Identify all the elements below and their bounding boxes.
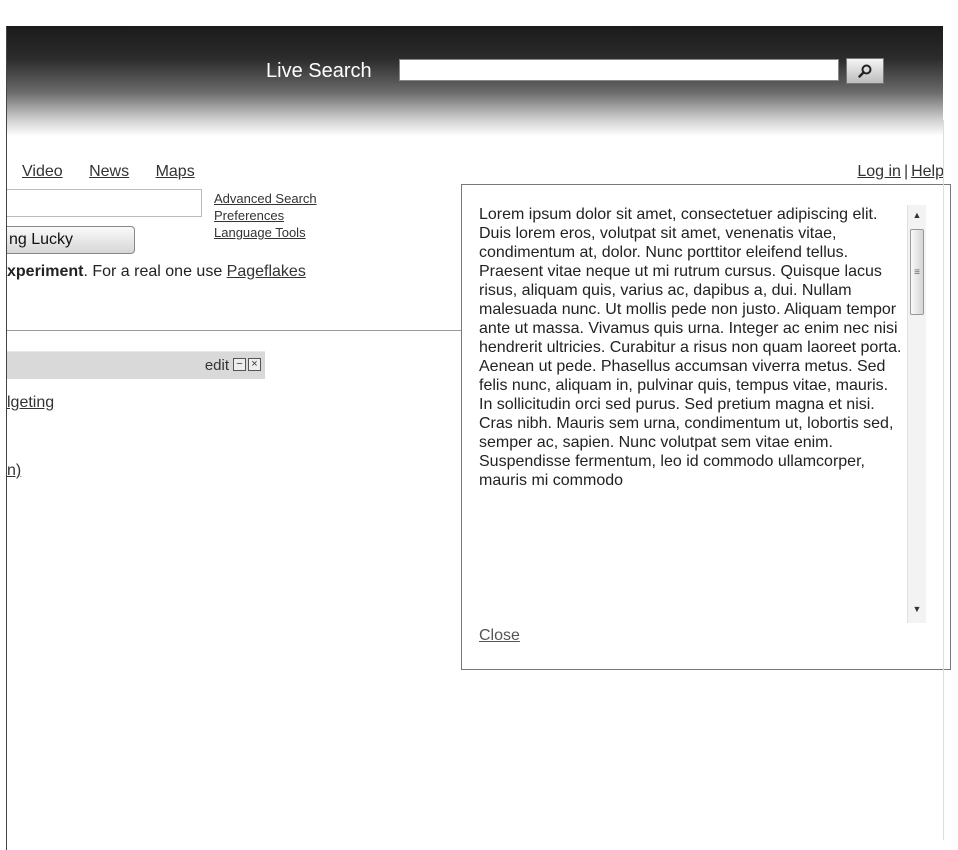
lorem-popup: Lorem ipsum dolor sit amet, consectetuer… <box>461 184 951 670</box>
experiment-bold-text: xperiment <box>7 263 84 280</box>
link-separator: | <box>903 163 909 180</box>
scroll-up-arrow-icon[interactable]: ▲ <box>908 207 926 223</box>
widget-header: edit − × <box>7 351 265 379</box>
popup-paragraph: Lorem ipsum dolor sit amet, consectetuer… <box>479 206 902 413</box>
browser-page: Live Search Video News Maps Log in | Help … <box>0 0 958 850</box>
popup-scrollbar[interactable]: ▲ ≡ ▼ <box>907 205 926 623</box>
window-right-border <box>943 120 944 840</box>
widget-item-link[interactable]: lgeting <box>7 394 54 411</box>
popup-paragraph: Cras nibh. Mauris sem urna, condimentum … <box>479 415 894 489</box>
widget-link: lgeting <box>7 394 54 412</box>
search-input[interactable] <box>7 189 202 217</box>
nav-links: Video News Maps <box>22 163 217 181</box>
nav-maps-link[interactable]: Maps <box>156 163 195 180</box>
pageflakes-link[interactable]: Pageflakes <box>227 263 306 280</box>
x-box-icon[interactable]: × <box>248 358 261 371</box>
divider <box>7 330 462 331</box>
feeling-lucky-button[interactable]: ng Lucky <box>7 226 135 254</box>
help-link[interactable]: Help <box>911 163 944 180</box>
widget-link-secondary: n) <box>7 462 21 480</box>
scroll-thumb[interactable]: ≡ <box>910 229 924 315</box>
popup-close-link[interactable]: Close <box>479 627 520 644</box>
experiment-notice: xperiment. For a real one use Pageflakes <box>7 263 306 281</box>
search-options: Advanced Search Preferences Language Too… <box>214 190 317 241</box>
login-link[interactable]: Log in <box>857 163 901 180</box>
live-search-input[interactable] <box>399 59 839 81</box>
language-tools-link[interactable]: Language Tools <box>214 224 317 241</box>
widget-edit-link[interactable]: edit <box>205 357 229 374</box>
widget-item-link-2[interactable]: n) <box>7 462 21 479</box>
minus-box-icon[interactable]: − <box>233 358 246 371</box>
scroll-down-arrow-icon[interactable]: ▼ <box>908 601 926 617</box>
header-bar <box>7 26 943 136</box>
nav-news-link[interactable]: News <box>89 163 129 180</box>
live-search-label: Live Search <box>266 60 372 82</box>
experiment-text: . For a real one use <box>83 263 227 280</box>
advanced-search-link[interactable]: Advanced Search <box>214 190 317 207</box>
popup-text-area[interactable]: Lorem ipsum dolor sit amet, consectetuer… <box>479 205 903 623</box>
window-left-border <box>6 26 7 850</box>
widget-controls: − × <box>233 358 261 371</box>
account-links: Log in | Help <box>857 163 944 181</box>
preferences-link[interactable]: Preferences <box>214 207 317 224</box>
live-search-button[interactable] <box>846 58 884 84</box>
nav-video-link[interactable]: Video <box>22 163 63 180</box>
popup-close: Close <box>479 627 520 645</box>
magnifier-icon <box>858 64 872 78</box>
